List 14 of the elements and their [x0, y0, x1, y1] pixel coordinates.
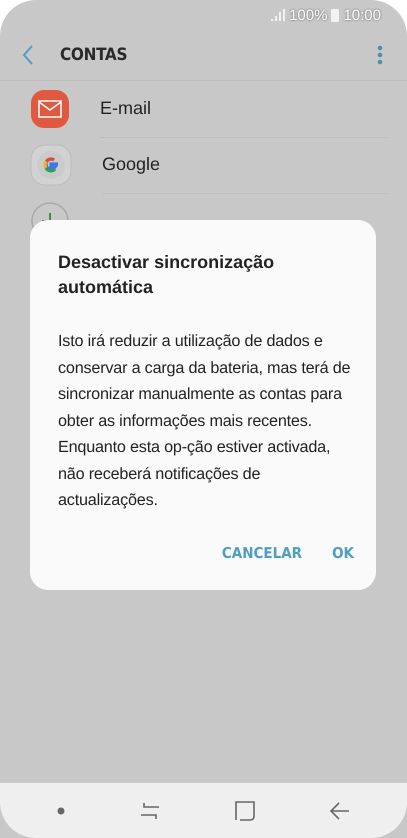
clock-time: 10:00 [343, 6, 381, 24]
envelope-icon [30, 89, 70, 129]
google-icon [30, 144, 72, 186]
dialog-message: Isto irá reduzir a utilização de dados e conservar a carga da bateria, mas terá de sincronizar manualmente as contas para obter as informações mais recentes. Enquanto esta op-ção estiver activada, não receberá notificações de actualizações. [58, 331, 352, 511]
back-icon[interactable] [330, 802, 350, 820]
dot-icon[interactable] [57, 806, 66, 814]
home-icon[interactable] [234, 800, 255, 820]
account-name[interactable]: E-mail [100, 80, 387, 138]
dialog-title: Desactivar sincronização automática [58, 251, 276, 299]
signal-icon [271, 9, 286, 21]
screen-title: CONTAS [60, 45, 128, 65]
battery-icon [331, 8, 340, 22]
recents-icon[interactable] [140, 802, 160, 820]
account-name[interactable]: Google [102, 136, 387, 194]
